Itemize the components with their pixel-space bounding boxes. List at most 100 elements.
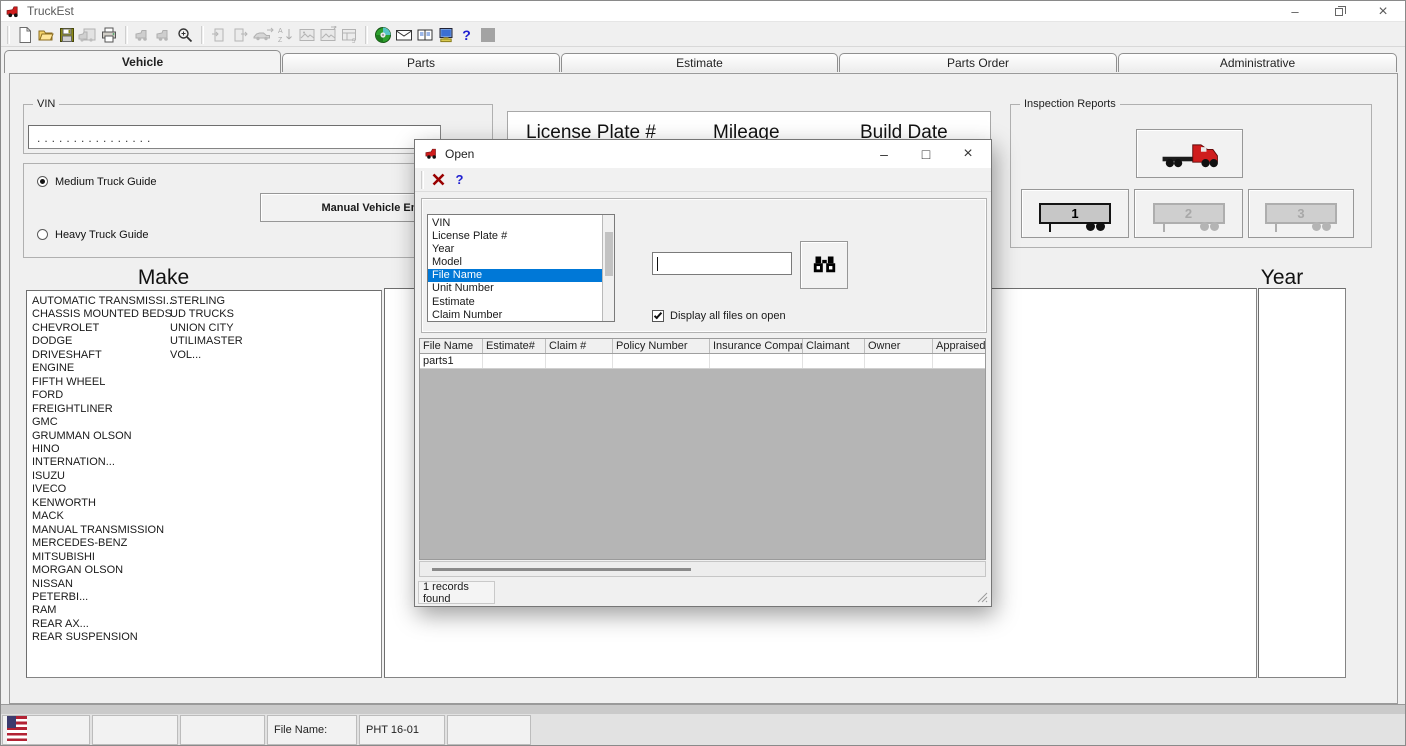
search-field-item[interactable]: Estimate [428,296,614,309]
trailer-1-inspection-button[interactable]: 1 [1021,189,1129,238]
email-icon[interactable] [393,25,414,45]
make-item[interactable]: REAR AX... [32,618,175,631]
search-field-item[interactable]: VIN [428,217,614,230]
grid-column-header[interactable]: Insurance Company [710,339,803,353]
make-item[interactable]: IVECO [32,483,175,496]
make-item[interactable]: NISSAN [32,578,175,591]
app-window: TruckEst – × AZ 5 ? Vehic [0,0,1406,746]
make-item[interactable]: AUTOMATIC TRANSMISSI... [32,295,175,308]
cd-rom-icon[interactable] [372,25,393,45]
tab-administrative[interactable]: Administrative [1118,53,1397,72]
medium-truck-guide-radio[interactable] [37,176,48,187]
save-icon[interactable] [56,25,77,45]
scrollbar-thumb[interactable] [605,232,613,276]
vin-input[interactable]: ................ [28,125,441,149]
make-item[interactable]: ISUZU [32,470,175,483]
restore-icon[interactable] [1317,1,1361,22]
trailer-3-icon: 3 [1265,203,1337,224]
make-item[interactable]: STERLING [170,295,243,308]
grid-cell[interactable] [710,354,803,368]
search-field-item[interactable]: Year [428,243,614,256]
dialog-maximize-icon[interactable]: □ [905,140,947,167]
tab-vehicle[interactable]: Vehicle [4,50,281,73]
make-item[interactable]: DRIVESHAFT [32,349,175,362]
make-item[interactable]: MANUAL TRANSMISSION [32,524,175,537]
resize-grip-icon[interactable] [977,592,988,603]
make-item[interactable]: CHEVROLET [32,322,175,335]
make-list[interactable]: AUTOMATIC TRANSMISSI...CHASSIS MOUNTED B… [26,290,382,678]
year-list[interactable] [1258,288,1346,678]
make-item[interactable]: KENWORTH [32,497,175,510]
tab-parts[interactable]: Parts [282,53,560,72]
make-item[interactable]: PETERBI... [32,591,175,604]
grid-horizontal-scrollbar[interactable] [419,561,986,577]
dialog-help-icon[interactable]: ? [449,170,470,190]
tab-parts-order[interactable]: Parts Order [839,53,1117,72]
close-x-icon[interactable] [428,170,449,190]
make-item[interactable]: VOL... [170,349,243,362]
close-icon[interactable]: × [1361,1,1405,22]
make-item[interactable]: MITSUBISHI [32,551,175,564]
search-field-item[interactable]: License Plate # [428,230,614,243]
search-input[interactable] [652,252,792,275]
make-item[interactable]: MACK [32,510,175,523]
blank-square-icon [477,25,498,45]
make-item[interactable]: MERCEDES-BENZ [32,537,175,550]
make-item[interactable]: UNION CITY [170,322,243,335]
make-item[interactable]: ENGINE [32,362,175,375]
make-item[interactable]: FIFTH WHEEL [32,376,175,389]
make-item[interactable]: GMC [32,416,175,429]
grid-column-header[interactable]: Appraised fo [933,339,986,353]
make-item[interactable]: HINO [32,443,175,456]
make-item[interactable]: INTERNATION... [32,456,175,469]
help-icon[interactable]: ? [456,25,477,45]
medium-truck-guide-label: Medium Truck Guide [55,176,156,188]
make-item[interactable]: DODGE [32,335,175,348]
ledger-icon[interactable] [414,25,435,45]
grid-column-header[interactable]: Claimant [803,339,865,353]
minimize-icon[interactable]: – [1273,1,1317,22]
find-button[interactable] [800,241,848,289]
grid-cell[interactable] [803,354,865,368]
make-item[interactable]: GRUMMAN OLSON [32,430,175,443]
grid-cell[interactable] [546,354,613,368]
search-field-item[interactable]: Unit Number [428,282,614,295]
grid-column-header[interactable]: Estimate# [483,339,546,353]
computer-icon[interactable] [435,25,456,45]
print-icon[interactable] [98,25,119,45]
make-item[interactable]: MORGAN OLSON [32,564,175,577]
make-item[interactable]: REAR SUSPENSION [32,631,175,644]
tractor-inspection-button[interactable] [1136,129,1243,178]
grid-cell[interactable] [865,354,933,368]
tab-estimate[interactable]: Estimate [561,53,838,72]
grid-column-header[interactable]: Claim # [546,339,613,353]
grid-column-header[interactable]: File Name [420,339,483,353]
display-all-files-checkbox[interactable] [652,310,664,322]
grid-cell[interactable] [613,354,710,368]
statusbar-panel-2 [92,715,178,745]
search-field-item[interactable]: Model [428,256,614,269]
dialog-close-icon[interactable]: × [947,140,989,167]
field-list-scrollbar[interactable] [602,215,614,321]
open-folder-icon[interactable] [35,25,56,45]
make-item[interactable]: FREIGHTLINER [32,403,175,416]
make-item[interactable]: UD TRUCKS [170,308,243,321]
grid-data-row[interactable]: parts1 [420,354,985,369]
make-item[interactable]: CHASSIS MOUNTED BEDS [32,308,175,321]
grid-column-header[interactable]: Owner [865,339,933,353]
make-item[interactable]: UTILIMASTER [170,335,243,348]
heavy-truck-guide-radio[interactable] [37,229,48,240]
new-document-icon[interactable] [14,25,35,45]
search-field-list[interactable]: VINLicense Plate #YearModelFile NameUnit… [427,214,615,322]
make-item[interactable]: FORD [32,389,175,402]
make-item[interactable]: RAM [32,604,175,617]
grid-cell[interactable]: parts1 [420,354,483,368]
search-field-item[interactable]: File Name [428,269,614,282]
grid-cell[interactable] [933,354,986,368]
grid-column-header[interactable]: Policy Number [613,339,710,353]
dialog-minimize-icon[interactable]: – [863,140,905,167]
search-field-item[interactable]: Claim Number [428,309,614,322]
zoom-in-icon[interactable] [174,25,195,45]
grid-cell[interactable] [483,354,546,368]
hscroll-thumb[interactable] [432,568,691,571]
